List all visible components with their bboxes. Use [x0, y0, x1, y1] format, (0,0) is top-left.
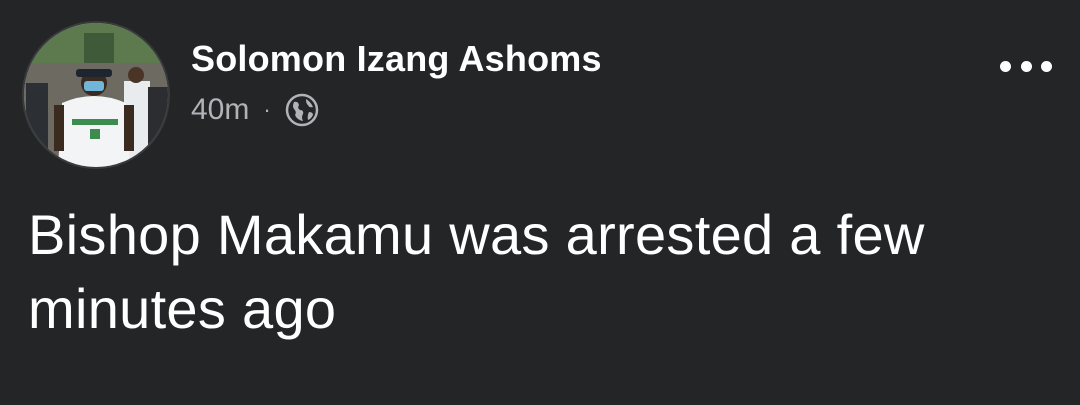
- more-dot: [1020, 60, 1032, 72]
- meta-separator: ·: [263, 97, 271, 122]
- post-meta: 40m ·: [191, 91, 319, 129]
- author-name[interactable]: Solomon Izang Ashoms: [191, 38, 602, 80]
- globe-icon: [285, 93, 319, 127]
- post-timestamp[interactable]: 40m: [191, 93, 249, 127]
- more-options-icon[interactable]: [1000, 52, 1052, 80]
- post-card: Solomon Izang Ashoms 40m · Bishop Makamu…: [0, 0, 1080, 405]
- more-dot: [1000, 60, 1011, 72]
- more-dot: [1041, 60, 1052, 72]
- avatar-photo: [24, 23, 168, 167]
- avatar[interactable]: [24, 23, 168, 167]
- post-text: Bishop Makamu was arrested a few minutes…: [28, 203, 925, 340]
